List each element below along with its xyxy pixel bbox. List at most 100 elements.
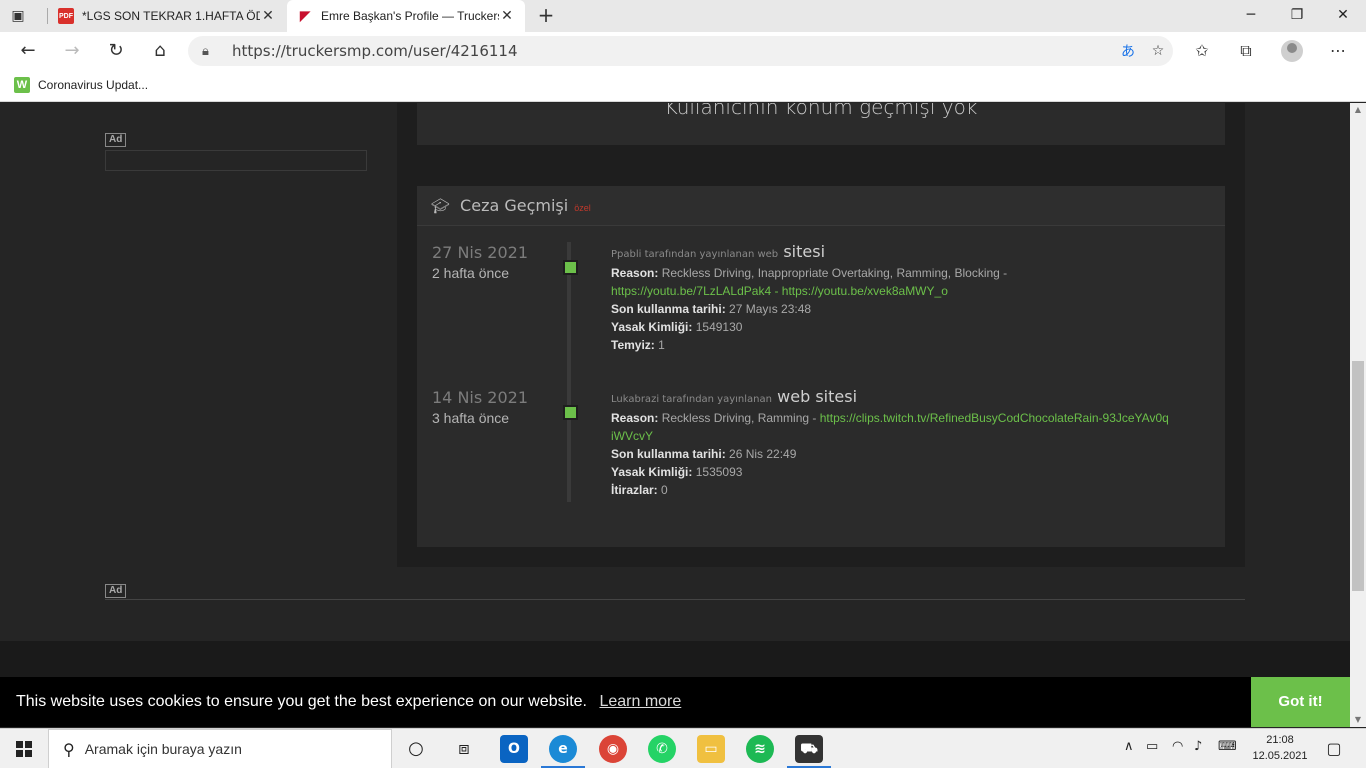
issued-via-link[interactable]: sitesi — [783, 242, 825, 261]
tray-expand-icon[interactable]: ∧ — [1124, 739, 1134, 754]
lock-icon[interactable]: 🔒︎ — [202, 44, 218, 59]
favorites-bar: W Coronavirus Updat... — [0, 70, 1366, 102]
ban-details: Ppabli tarafından yayınlanan web sitesi … — [611, 243, 1171, 354]
reason-label: Reason: — [611, 266, 659, 280]
chrome-icon[interactable]: ◉ — [599, 735, 627, 763]
reason-evidence-link[interactable]: https://youtu.be/7LzLALdPak4 - https://y… — [611, 284, 948, 298]
cookie-message: This website uses cookies to ensure you … — [16, 693, 587, 710]
ban-issued-by: Lukabrazi tarafından yayınlanan web site… — [611, 388, 1171, 409]
ban-appeal: İtirazlar: 0 — [611, 481, 1171, 499]
page-scrollbar[interactable]: ▲ ▼ — [1350, 103, 1366, 727]
ban-history-panel: 🎓︎ Ceza Geçmişi özel 27 Nis 2021 2 hafta… — [417, 186, 1225, 547]
volume-icon[interactable]: ♪ — [1194, 739, 1202, 754]
close-icon[interactable]: ✕ — [260, 8, 276, 24]
ban-history-title: Ceza Geçmişi — [460, 196, 569, 215]
notification-icon[interactable]: ▢ — [1322, 739, 1346, 758]
tab-lgs-pdf[interactable]: PDF *LGS SON TEKRAR 1.HAFTA ÖDE ✕ — [48, 0, 286, 32]
cortana-icon[interactable]: ○ — [402, 735, 430, 763]
spotify-icon[interactable]: ≋ — [746, 735, 774, 763]
profile-main-column: Kullanıcının konum geçmişi yok 🎓︎ Ceza G… — [397, 103, 1245, 567]
new-tab-icon[interactable]: + — [534, 4, 558, 28]
ad-label: Ad — [105, 584, 127, 598]
edge-icon[interactable]: e — [549, 735, 577, 763]
timeline-dot — [563, 260, 578, 275]
favorites-icon[interactable]: ✩ — [1188, 37, 1216, 65]
pdf-icon: PDF — [58, 8, 74, 24]
file-explorer-icon[interactable]: ▭ — [697, 735, 725, 763]
ets2-truck-icon[interactable]: ⛟ — [795, 735, 823, 763]
forward-icon[interactable]: → — [58, 37, 86, 65]
taskbar-search[interactable]: ⚲ Aramak için buraya yazın — [48, 729, 392, 768]
ban-id-label: Yasak Kimliği: — [611, 320, 693, 334]
task-view-icon[interactable]: ⧈ — [450, 735, 478, 763]
truck-icon: ◤ — [300, 8, 310, 23]
ad-slot[interactable] — [105, 150, 367, 171]
translate-icon[interactable]: あ — [1113, 41, 1143, 61]
learn-more-link[interactable]: Learn more — [599, 693, 681, 710]
reason-label: Reason: — [611, 411, 659, 425]
windows-logo-icon — [16, 741, 32, 757]
ban-date: 14 Nis 2021 — [432, 388, 528, 407]
expires-label: Son kullanma tarihi: — [611, 302, 726, 316]
maximize-icon[interactable]: ❐ — [1274, 0, 1320, 32]
scrollbar-thumb[interactable] — [1352, 361, 1364, 591]
private-badge: özel — [574, 203, 591, 213]
collections-icon[interactable]: ⧉ — [1232, 37, 1260, 65]
refresh-icon[interactable]: ↻ — [102, 37, 130, 65]
scroll-down-icon[interactable]: ▼ — [1350, 713, 1366, 727]
ban-expires: Son kullanma tarihi: 26 Nis 22:49 — [611, 445, 1171, 463]
battery-icon[interactable]: ▭ — [1146, 739, 1158, 754]
page-content: Ad Kullanıcının konum geçmişi yok 🎓︎ Cez… — [0, 103, 1350, 727]
back-icon[interactable]: ← — [14, 37, 42, 65]
appeal-label: Temyiz: — [611, 338, 655, 352]
ban-reason: Reason: Reckless Driving, Inappropriate … — [611, 264, 1171, 300]
windows-taskbar: ⚲ Aramak için buraya yazın ○ ⧈ O e ◉ ✆ ▭… — [0, 728, 1366, 768]
reason-text: Reckless Driving, Inappropriate Overtaki… — [661, 266, 1008, 280]
minimize-icon[interactable]: ─ — [1228, 0, 1274, 32]
location-history-empty-text: Kullanıcının konum geçmişi yok — [664, 103, 978, 119]
location-history-panel: Kullanıcının konum geçmişi yok — [417, 103, 1225, 145]
tab-actions-icon[interactable]: ▣ — [8, 6, 28, 26]
favorite-item-coronavirus[interactable]: W Coronavirus Updat... — [14, 77, 148, 93]
more-menu-icon[interactable]: ⋯ — [1324, 37, 1352, 65]
tab-title: Emre Başkan's Profile — Truckers — [321, 9, 499, 23]
timeline-dot — [563, 405, 578, 420]
ban-id: Yasak Kimliği: 1535093 — [611, 463, 1171, 481]
scroll-up-icon[interactable]: ▲ — [1350, 103, 1366, 117]
favorite-site-icon: W — [14, 77, 30, 93]
whatsapp-icon[interactable]: ✆ — [648, 735, 676, 763]
ban-id-value: 1535093 — [695, 465, 743, 479]
address-bar[interactable]: 🔒︎ https://truckersmp.com/user/4216114 あ… — [188, 36, 1173, 66]
appeal-label: İtirazlar: — [611, 483, 658, 497]
window-close-icon[interactable]: ✕ — [1320, 0, 1366, 32]
ban-id: Yasak Kimliği: 1549130 — [611, 318, 1171, 336]
clock-time: 21:08 — [1266, 734, 1294, 746]
profile-avatar-icon[interactable] — [1281, 40, 1303, 62]
keyboard-icon[interactable]: ⌨ — [1218, 739, 1237, 754]
wifi-icon[interactable]: ◠ — [1172, 739, 1183, 754]
clock-date: 12.05.2021 — [1252, 750, 1308, 762]
ban-expires: Son kullanma tarihi: 27 Mayıs 23:48 — [611, 300, 1171, 318]
cookie-accept-button[interactable]: Got it! — [1251, 677, 1350, 727]
outlook-icon[interactable]: O — [500, 735, 528, 763]
taskbar-clock[interactable]: 21:08 12.05.2021 — [1240, 732, 1320, 764]
favorite-label: Coronavirus Updat... — [38, 78, 149, 92]
home-icon[interactable]: ⌂ — [146, 37, 174, 65]
close-icon[interactable]: ✕ — [499, 8, 515, 24]
start-button[interactable] — [0, 729, 48, 768]
graduation-cap-icon: 🎓︎ — [431, 196, 451, 215]
add-favorite-icon[interactable]: ☆ — [1143, 43, 1173, 59]
tab-truckersmp-profile[interactable]: ◤ Emre Başkan's Profile — Truckers ✕ — [287, 0, 525, 32]
browser-toolbar: ← → ↻ ⌂ 🔒︎ https://truckersmp.com/user/4… — [0, 32, 1366, 70]
tab-title: *LGS SON TEKRAR 1.HAFTA ÖDE — [82, 9, 260, 23]
issued-via-link[interactable]: web sitesi — [777, 387, 857, 406]
url-text[interactable]: https://truckersmp.com/user/4216114 — [232, 42, 1113, 60]
ban-date: 27 Nis 2021 — [432, 243, 528, 262]
ban-reason: Reason: Reckless Driving, Ramming - http… — [611, 409, 1171, 445]
divider — [105, 599, 1245, 600]
ban-history-header: 🎓︎ Ceza Geçmişi özel — [417, 186, 1225, 226]
ban-appeal: Temyiz: 1 — [611, 336, 1171, 354]
appeal-value: 0 — [661, 483, 668, 497]
cookie-message-row: This website uses cookies to ensure you … — [16, 693, 681, 711]
ban-issued-by: Ppabli tarafından yayınlanan web sitesi — [611, 243, 1171, 264]
